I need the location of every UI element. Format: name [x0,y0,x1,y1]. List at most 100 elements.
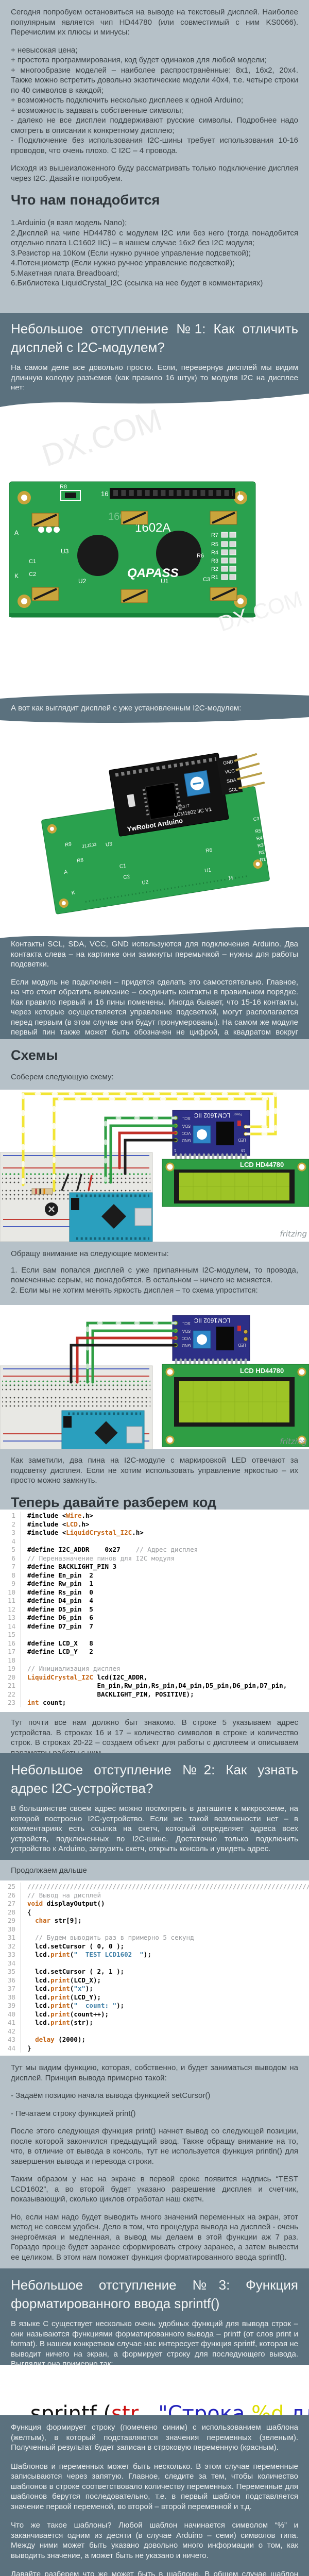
line-number: 41 [0,2019,21,2027]
section-after-code2: Тут мы видим функцию, которая, собственн… [0,2056,309,2268]
line-code: #define Rw_pin 1 [27,1580,93,1587]
section-intro: Сегодня попробуем остановиться на выводе… [0,0,309,313]
code-token: ); [85,1985,93,1992]
sprintf-example: sprintf (str , "Строка %d для ывода", i)… [0,2365,309,2415]
paragraph: Тут мы видим функцию, которая, собственн… [11,2063,298,2082]
code-token: print [50,1951,70,1958]
vcc-label: VCC [182,1131,191,1136]
line-number: 14 [0,1622,21,1631]
line-code: lcd.setCursor ( 0, 0 ); [27,1942,124,1950]
module-trimmer-screw [197,1334,207,1345]
lcd-mount-hole [297,1367,306,1377]
pikabu-article-page: Сегодня попробуем остановиться на выводе… [0,0,309,2576]
notes-intro: Обращу внимание на следующие моменты: [11,1249,169,1258]
sprintf-token: "Строка [158,2402,252,2415]
pros-cons-item: + возможность задавать собственные симво… [11,106,183,115]
code-token: #include < [27,1520,66,1528]
gnd-label: GND [182,1343,191,1348]
label-r9: R9 [64,841,72,848]
code-line: 1 #include <Wire.h> [0,1512,309,1520]
after-code2-paragraphs: Тут мы видим функцию, которая, собственн… [11,2056,298,2262]
section-photo-pcb-back: DX.COM 16 1 R8 1602A 1602A QAPASS A K C1… [0,389,309,690]
pros-cons-item: + простота программирования, код будет о… [11,56,267,64]
label-r5: R5 [211,541,218,548]
line-code: ////////////////////////////////////////… [27,1883,309,1890]
code-line: 31 // Будем выводить раз в примерно 5 се… [0,1934,309,1942]
code-token: lcd. [27,2019,51,2026]
paragraph: Но, если нам надо будет выводить много з… [11,2212,298,2262]
code-token: #define D7_pin 7 [27,1622,93,1630]
code-token: #define LCD_Y 2 [27,1648,93,1655]
code-token: print [50,1976,70,1984]
line-number: 12 [0,1605,21,1614]
led-label: LED [238,1343,246,1347]
code-token: LiquidCrystal_I2C [66,1529,132,1536]
line-number: 35 [0,1968,21,1976]
wave-white-to-dark [0,925,309,938]
line-number: 5 [0,1546,21,1554]
line-code: En_pin,Rw_pin,Rs_pin,D4_pin,D5_pin,D6_pi… [27,1682,287,1689]
code-line: 11 #define D4_pin 4 [0,1597,309,1605]
nano-icsp [71,1198,79,1210]
aside3b-paragraphs: Функция формирует строку (помечено синим… [11,2415,298,2576]
code-line: 33 lcd.print(" TEST LCD1602 "); [0,1951,309,1959]
code-token: #define En_pin 2 [27,1571,93,1579]
line-number: 36 [0,1976,21,1985]
code-line: 20 LiquidCrystal_I2C lcd(I2C_ADDR, [0,1673,309,1682]
pros-cons-item: - Подключение без использования I2C-шины… [11,136,298,155]
code-token: (2000); [54,2036,85,2043]
code-line: 42 [0,2027,309,2036]
resistor-10k [31,1188,53,1195]
line-code: #define LCD_Y 2 [27,1648,93,1655]
needs-item: 4.Потенциометр (Если нужно ручное управл… [11,259,235,267]
line-number: 42 [0,2027,21,2036]
code-token: #define Rw_pin 1 [27,1580,93,1587]
code-token: #define D6_pin 6 [27,1614,93,1621]
code-token: lcd. [27,2002,51,2009]
paragraph: Таким образом у нас на экране в первой с… [11,2175,298,2204]
label-r2: R2 [211,566,218,572]
pin1-label: 1 [237,490,241,498]
code-line: 36 lcd.print(LCD_X); [0,1976,309,1985]
module-pin16: 16 [241,1148,245,1152]
code-line: 28 { [0,1908,309,1917]
section-code-intro: Как заметили, два пина на I2C-модуле с м… [0,1449,309,1510]
code-line: 34 [0,1959,309,1968]
paragraph: После этого следующая функция print() на… [11,2127,298,2166]
line-code: #define D5_pin 5 [27,1605,93,1613]
scl-label: SCL [182,1116,191,1121]
pin16-label: 16 [101,490,108,498]
line-number: 10 [0,1588,21,1597]
module-ic [216,1327,234,1350]
notes-list: 1. Если вам попался дисплей с уже припая… [11,1265,298,1296]
code-token: LCD [66,1520,78,1528]
code-token: Wire [66,1512,82,1519]
code-line: 35 lcd.setCursor ( 2, 1 ); [0,1968,309,1976]
notes-item: 1. Если вам попался дисплей с уже припая… [11,1265,298,1285]
code-line: 37 lcd.print("x"); [0,1985,309,1993]
code-line: 8 #define En_pin 2 [0,1571,309,1580]
code-header: Теперь давайте разберем код [11,1494,217,1510]
code-token: lcd. [27,1951,51,1958]
code-token: str[9]; [50,1917,82,1924]
line-code: // Переназначение пинов для I2C модуля [27,1554,175,1562]
line-number: 9 [0,1580,21,1588]
mount-hole-center [21,495,27,501]
code-token: int [27,1699,39,1706]
sda-label: SDA [182,1124,191,1128]
lcd-label: LCD HD44780 [240,1367,284,1375]
code-line: 5 #define I2C_ADDR 0x27 // Адрес дисплея [0,1546,309,1554]
code-lines: 1 #include <Wire.h> 2 #include <LCD.h> 3 #i… [0,1512,309,1707]
code-token: "x" [74,1985,85,1992]
sprintf-token: sprintf ( [30,2402,112,2415]
label-c3: C3 [203,577,210,583]
aside3-title: Небольшое отступление №3: Функция формат… [11,2277,298,2311]
line-number: 7 [0,1563,21,1571]
line-number: 39 [0,2002,21,2010]
module-label: LCM1602 IIC [194,1317,230,1324]
line-number: 18 [0,1656,21,1665]
label-a: A [14,529,19,536]
section-aside-pins: Контакты SCL, SDA, VCC, GND используются… [0,925,309,1039]
section-after-code1: Тут почти все нам должно быт знакомо. В … [0,1712,309,1753]
